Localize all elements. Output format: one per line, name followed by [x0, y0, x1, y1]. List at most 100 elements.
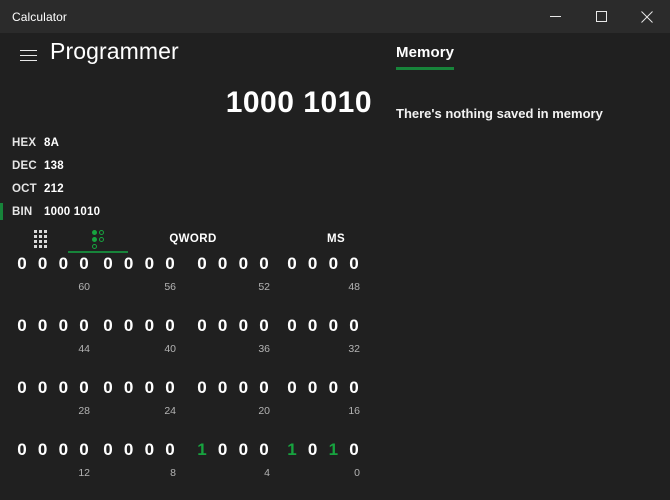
- bit-group-digits: 0000: [96, 314, 182, 338]
- bit-toggle[interactable]: 0: [55, 376, 71, 400]
- bit-toggle[interactable]: 0: [141, 438, 157, 462]
- bit-toggle[interactable]: 0: [325, 376, 341, 400]
- bit-group: 0 0 0 0 44: [10, 314, 96, 358]
- bit-group: 0 0 0 0 36: [190, 314, 276, 358]
- bit-group: 10100: [280, 438, 366, 482]
- bit-toggle[interactable]: 0: [141, 314, 157, 338]
- bit-toggle[interactable]: 0: [325, 314, 341, 338]
- bit-toggle[interactable]: 0: [235, 314, 251, 338]
- bit-toggle[interactable]: 0: [194, 252, 210, 276]
- bit-toggle[interactable]: 0: [35, 376, 51, 400]
- bit-toggle[interactable]: 1: [325, 438, 341, 462]
- bit-toggle[interactable]: 0: [76, 252, 92, 276]
- bit-toggle[interactable]: 0: [121, 252, 137, 276]
- bit-toggle[interactable]: 0: [194, 376, 210, 400]
- base-row-bin[interactable]: BIN 1000 1010: [0, 200, 372, 223]
- base-value-label: 1000 1010: [44, 205, 101, 218]
- bit-toggle[interactable]: 0: [256, 438, 272, 462]
- base-row-dec[interactable]: DEC 138: [0, 154, 372, 177]
- bit-toggle[interactable]: 0: [305, 376, 321, 400]
- bit-group-digits: 0000: [96, 376, 182, 400]
- bit-position-label: 20: [258, 405, 270, 417]
- minimize-button[interactable]: [532, 0, 578, 33]
- bit-toggle[interactable]: 0: [14, 314, 30, 338]
- bit-toggle[interactable]: 0: [121, 438, 137, 462]
- bit-toggle[interactable]: 0: [35, 252, 51, 276]
- bit-toggle[interactable]: 0: [215, 252, 231, 276]
- memory-store-button[interactable]: MS: [300, 224, 372, 254]
- bit-toggle[interactable]: 0: [346, 314, 362, 338]
- bit-toggle[interactable]: 0: [14, 438, 30, 462]
- bit-toggle[interactable]: 0: [256, 314, 272, 338]
- base-value-label: 212: [44, 182, 64, 195]
- tab-memory[interactable]: Memory: [396, 44, 455, 70]
- bit-position-label: 52: [258, 281, 270, 293]
- bit-toggle[interactable]: 0: [162, 252, 178, 276]
- bit-toggle[interactable]: 0: [100, 376, 116, 400]
- keypad-grid-icon: [33, 230, 47, 248]
- bit-toggle[interactable]: 0: [100, 314, 116, 338]
- bit-toggle[interactable]: 0: [284, 376, 300, 400]
- bit-toggle[interactable]: 0: [162, 314, 178, 338]
- bit-toggle[interactable]: 1: [194, 438, 210, 462]
- base-row-oct[interactable]: OCT 212: [0, 177, 372, 200]
- bit-toggle[interactable]: 0: [256, 376, 272, 400]
- bit-toggle[interactable]: 0: [162, 376, 178, 400]
- bit-toggle[interactable]: 0: [100, 438, 116, 462]
- bit-toggle[interactable]: 0: [14, 252, 30, 276]
- bit-toggle[interactable]: 0: [55, 314, 71, 338]
- bit-group-digits: 0000: [280, 314, 366, 338]
- word-size-button[interactable]: QWORD: [138, 224, 248, 254]
- bit-toggle[interactable]: 0: [55, 252, 71, 276]
- bit-toggle[interactable]: 0: [35, 438, 51, 462]
- bit-toggle[interactable]: 0: [305, 314, 321, 338]
- bit-toggle[interactable]: 0: [235, 252, 251, 276]
- bit-toggle[interactable]: 0: [346, 376, 362, 400]
- bit-toggle[interactable]: 0: [346, 438, 362, 462]
- base-active-indicator: [0, 203, 3, 220]
- close-button[interactable]: [624, 0, 670, 33]
- title-bar: Calculator: [0, 0, 670, 33]
- bit-toggling-keypad-button[interactable]: [68, 224, 128, 254]
- bit-row: 0 0 0 0 28 0 0 0 0 24 0 0 0 0 20 0 0 0 0 16: [0, 376, 372, 438]
- bit-toggle[interactable]: 0: [14, 376, 30, 400]
- bit-toggle[interactable]: 0: [121, 314, 137, 338]
- bit-toggle[interactable]: 0: [215, 314, 231, 338]
- display-value[interactable]: 1000 1010: [0, 86, 372, 120]
- bit-group: 0 0 0 0 56: [96, 252, 182, 296]
- base-row-hex[interactable]: HEX 8A: [0, 131, 372, 154]
- bit-toggle[interactable]: 1: [284, 438, 300, 462]
- bit-toggle[interactable]: 0: [162, 438, 178, 462]
- maximize-button[interactable]: [578, 0, 624, 33]
- bit-toggle[interactable]: 0: [35, 314, 51, 338]
- bit-toggle[interactable]: 0: [76, 314, 92, 338]
- bit-toggle[interactable]: 0: [284, 314, 300, 338]
- memory-panel: Memory There's nothing saved in memory: [396, 44, 658, 121]
- bit-toggle[interactable]: 0: [346, 252, 362, 276]
- bit-toggle[interactable]: 0: [121, 376, 137, 400]
- bit-toggle[interactable]: 0: [100, 252, 116, 276]
- bit-toggle[interactable]: 0: [235, 376, 251, 400]
- bit-toggle[interactable]: 0: [194, 314, 210, 338]
- bit-group-digits: 0000: [96, 438, 182, 462]
- bit-toggle[interactable]: 0: [141, 252, 157, 276]
- bit-group: 0 0 0 0 16: [280, 376, 366, 420]
- bit-toggle[interactable]: 0: [235, 438, 251, 462]
- bit-toggle[interactable]: 0: [305, 438, 321, 462]
- bit-toggle[interactable]: 0: [215, 438, 231, 462]
- bit-toggle[interactable]: 0: [305, 252, 321, 276]
- bit-toggle[interactable]: 0: [141, 376, 157, 400]
- bit-toggle-icon: [92, 229, 104, 249]
- keypad-toggle-button[interactable]: [14, 224, 66, 254]
- navigation-menu-button[interactable]: [8, 37, 48, 73]
- bit-toggle[interactable]: 0: [325, 252, 341, 276]
- bit-toggle[interactable]: 0: [76, 376, 92, 400]
- bit-group: 0 0 0 0 52: [190, 252, 276, 296]
- bit-toggle[interactable]: 0: [284, 252, 300, 276]
- bit-toggle[interactable]: 0: [55, 438, 71, 462]
- bit-toggle[interactable]: 0: [76, 438, 92, 462]
- bit-toggle[interactable]: 0: [256, 252, 272, 276]
- base-name-label: DEC: [12, 159, 37, 172]
- bit-group-digits: 0000: [280, 376, 366, 400]
- bit-toggle[interactable]: 0: [215, 376, 231, 400]
